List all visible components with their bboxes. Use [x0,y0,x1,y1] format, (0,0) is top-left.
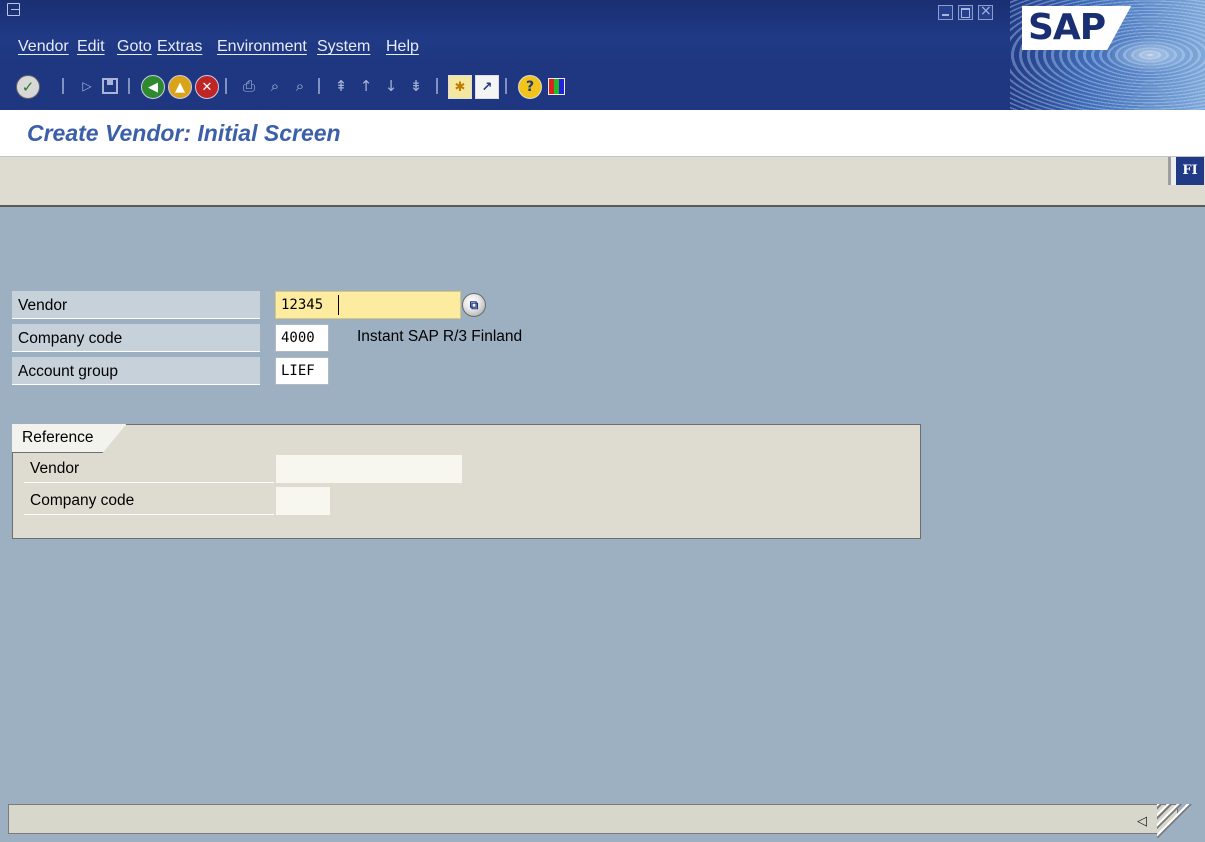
standard-toolbar: ✓ ▷ ◀ ▲ ✕ ⎙ ⌕ ⌕ ⇞ ↑ ↓ ⇟ ✱ ↗ ? [0,62,1010,110]
menu-edit[interactable]: Edit [77,38,105,56]
find-next-icon[interactable]: ⌕ [289,75,311,97]
possible-entries-icon[interactable]: ⧉ [462,293,486,317]
last-page-icon[interactable]: ⇟ [405,75,427,97]
create-shortcut-icon[interactable]: ↗ [475,75,499,99]
reference-company-code-label: Company code [24,487,274,515]
command-field-icon[interactable]: ▷ [76,75,98,97]
menu-extras[interactable]: Extras [157,38,202,56]
next-page-icon[interactable]: ↓ [380,75,402,97]
minimize-icon[interactable] [938,5,953,20]
page-title: Create Vendor: Initial Screen [27,120,341,146]
layout-menu-icon[interactable] [545,75,567,97]
toolbar-separator [62,78,64,94]
find-icon[interactable]: ⌕ [264,75,286,97]
print-icon[interactable]: ⎙ [238,75,260,97]
vendor-input[interactable]: 12345 [275,291,461,319]
reference-company-code-input[interactable] [276,487,330,515]
toolbar-separator [225,78,227,94]
toolbar-separator [505,78,507,94]
maximize-icon[interactable] [958,5,973,20]
exit-icon[interactable]: ▲ [168,75,192,99]
status-bar [8,804,1178,834]
toolbar-separator [318,78,320,94]
account-group-input[interactable]: LIEF [275,357,329,385]
menu-help[interactable]: Help [386,38,419,56]
menu-goto[interactable]: Goto [117,38,152,56]
back-icon[interactable]: ◀ [141,75,165,99]
menu-vendor[interactable]: Vendor [18,38,69,56]
reference-vendor-input[interactable] [276,455,462,483]
create-session-icon[interactable]: ✱ [448,75,472,99]
company-code-description: Instant SAP R/3 Finland [357,328,523,345]
fi-button[interactable]: FI [1171,157,1204,185]
toolbar-separator [436,78,438,94]
close-icon[interactable] [978,3,993,20]
toolbar-separator [128,78,130,94]
menu-environment[interactable]: Environment [217,38,307,56]
first-page-icon[interactable]: ⇞ [330,75,352,97]
vendor-label: Vendor [12,291,260,319]
company-code-input[interactable]: 4000 [275,324,329,352]
system-menu-icon[interactable] [7,3,20,16]
sap-logo: SAP [1022,6,1132,50]
enter-icon[interactable]: ✓ [16,75,40,99]
help-icon[interactable]: ? [518,75,542,99]
cancel-icon[interactable]: ✕ [195,75,219,99]
company-code-label: Company code [12,324,260,352]
save-icon[interactable] [99,75,121,97]
previous-page-icon[interactable]: ↑ [355,75,377,97]
application-toolbar: FI [0,157,1205,207]
reference-vendor-label: Vendor [24,455,274,483]
title-bar: Create Vendor: Initial Screen [0,110,1205,157]
resize-grip-icon[interactable] [1157,804,1193,838]
sap-logo-area: SAP [1010,0,1205,110]
menu-system[interactable]: System [317,38,370,56]
status-bar-toggle-icon[interactable]: ◁ [1137,814,1147,829]
account-group-label: Account group [12,357,260,385]
